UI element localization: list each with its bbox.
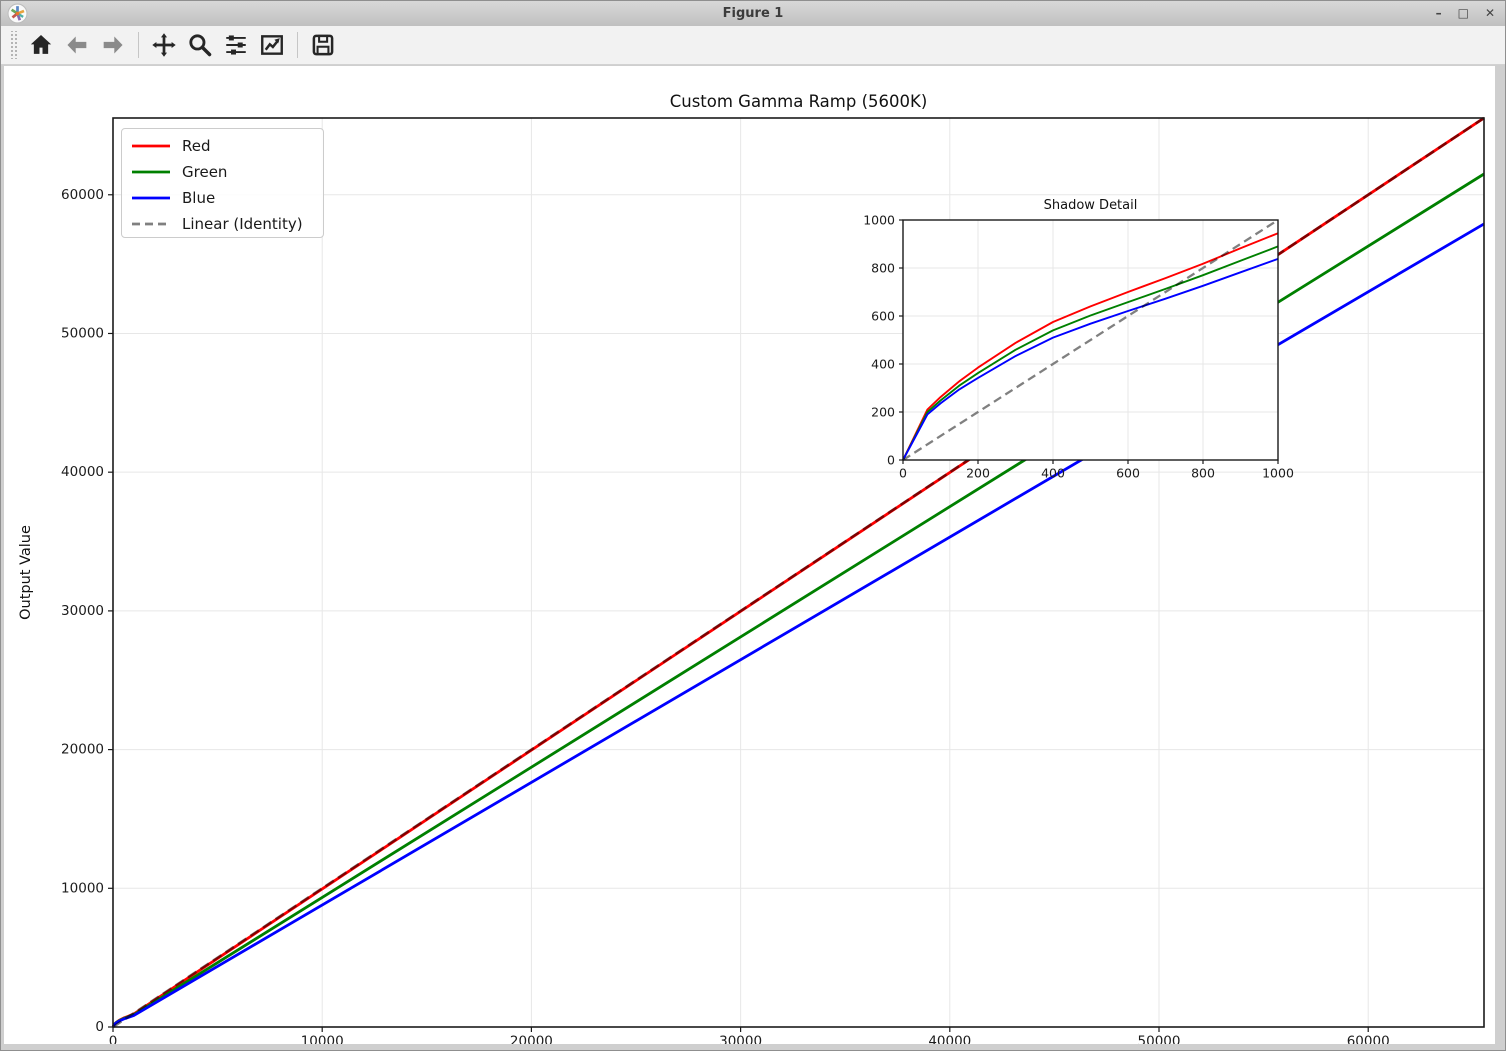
x-tick-label: 10000 bbox=[301, 1034, 344, 1044]
line-chart-icon bbox=[261, 35, 283, 55]
toolbar-separator bbox=[138, 32, 139, 58]
y-tick-label: 0 bbox=[887, 453, 895, 468]
forward-button[interactable] bbox=[97, 29, 129, 61]
toolbar-separator bbox=[297, 32, 298, 58]
legend-entry: Blue bbox=[132, 185, 323, 211]
zoom-button[interactable] bbox=[184, 29, 216, 61]
inset-chart-title: Shadow Detail bbox=[1044, 198, 1138, 213]
close-button[interactable]: ✕ bbox=[1485, 1, 1495, 26]
home-button[interactable] bbox=[25, 29, 57, 61]
pan-button[interactable] bbox=[148, 29, 180, 61]
y-tick-label: 50000 bbox=[61, 325, 104, 341]
y-tick-label: 60000 bbox=[61, 187, 104, 203]
x-tick-label: 60000 bbox=[1347, 1034, 1390, 1044]
legend: Red Green Blue Linear (Identity) bbox=[121, 128, 324, 238]
x-tick-label: 0 bbox=[109, 1034, 118, 1044]
pan-icon bbox=[152, 33, 176, 57]
title-bar: Figure 1 – □ ✕ bbox=[1, 1, 1505, 27]
customize-button[interactable] bbox=[256, 29, 288, 61]
legend-line-sample bbox=[132, 144, 170, 148]
legend-line-sample bbox=[132, 222, 170, 226]
y-tick-label: 10000 bbox=[61, 880, 104, 896]
x-tick-label: 30000 bbox=[719, 1034, 762, 1044]
magnifier-icon bbox=[189, 34, 212, 57]
minimize-button[interactable]: – bbox=[1436, 1, 1442, 26]
x-tick-label: 400 bbox=[1041, 466, 1065, 481]
floppy-disk-icon bbox=[312, 34, 334, 56]
inset-chart: 0 200 400 600 800 1000 0 200 400 600 800 1000 Shadow… bbox=[863, 198, 1294, 481]
forward-arrow-icon bbox=[103, 36, 123, 54]
legend-label: Red bbox=[182, 137, 211, 155]
y-tick-label: 30000 bbox=[61, 603, 104, 619]
toolbar-drag-handle[interactable] bbox=[9, 31, 17, 59]
legend-entry: Red bbox=[132, 133, 323, 159]
y-axis-label: Output Value bbox=[18, 525, 34, 620]
y-tick-label: 0 bbox=[95, 1019, 104, 1035]
figure-canvas[interactable]: 0 10000 20000 30000 40000 50000 60000 0 10000 200… bbox=[4, 66, 1495, 1044]
x-tick-label: 20000 bbox=[510, 1034, 553, 1044]
y-tick-label: 200 bbox=[871, 405, 895, 420]
x-tick-label: 40000 bbox=[928, 1034, 971, 1044]
navigation-toolbar bbox=[1, 26, 1505, 65]
configure-subplots-button[interactable] bbox=[220, 29, 252, 61]
y-tick-label: 600 bbox=[871, 309, 895, 324]
main-chart-title: Custom Gamma Ramp (5600K) bbox=[670, 92, 928, 111]
x-tick-label: 200 bbox=[966, 466, 990, 481]
figure-window: Figure 1 – □ ✕ 0 10000 20000 30000 40000… bbox=[0, 0, 1506, 1051]
home-icon bbox=[30, 35, 52, 54]
save-button[interactable] bbox=[307, 29, 339, 61]
y-tick-label: 800 bbox=[871, 261, 895, 276]
legend-entry: Green bbox=[132, 159, 323, 185]
x-tick-label: 1000 bbox=[1262, 466, 1294, 481]
legend-label: Linear (Identity) bbox=[182, 215, 303, 233]
legend-line-sample bbox=[132, 196, 170, 200]
legend-entry: Linear (Identity) bbox=[132, 211, 323, 237]
y-tick-label: 400 bbox=[871, 357, 895, 372]
legend-line-sample bbox=[132, 170, 170, 174]
back-button[interactable] bbox=[61, 29, 93, 61]
y-tick-label: 20000 bbox=[61, 742, 104, 758]
back-arrow-icon bbox=[67, 36, 87, 54]
y-tick-label: 1000 bbox=[863, 213, 895, 228]
legend-label: Blue bbox=[182, 189, 216, 207]
legend-label: Green bbox=[182, 163, 228, 181]
x-tick-label: 0 bbox=[899, 466, 907, 481]
x-tick-label: 600 bbox=[1116, 466, 1140, 481]
sliders-icon bbox=[226, 35, 246, 55]
y-tick-label: 40000 bbox=[61, 464, 104, 480]
x-tick-label: 800 bbox=[1191, 466, 1215, 481]
maximize-button[interactable]: □ bbox=[1458, 1, 1469, 26]
x-tick-label: 50000 bbox=[1138, 1034, 1181, 1044]
window-title: Figure 1 bbox=[722, 6, 784, 21]
